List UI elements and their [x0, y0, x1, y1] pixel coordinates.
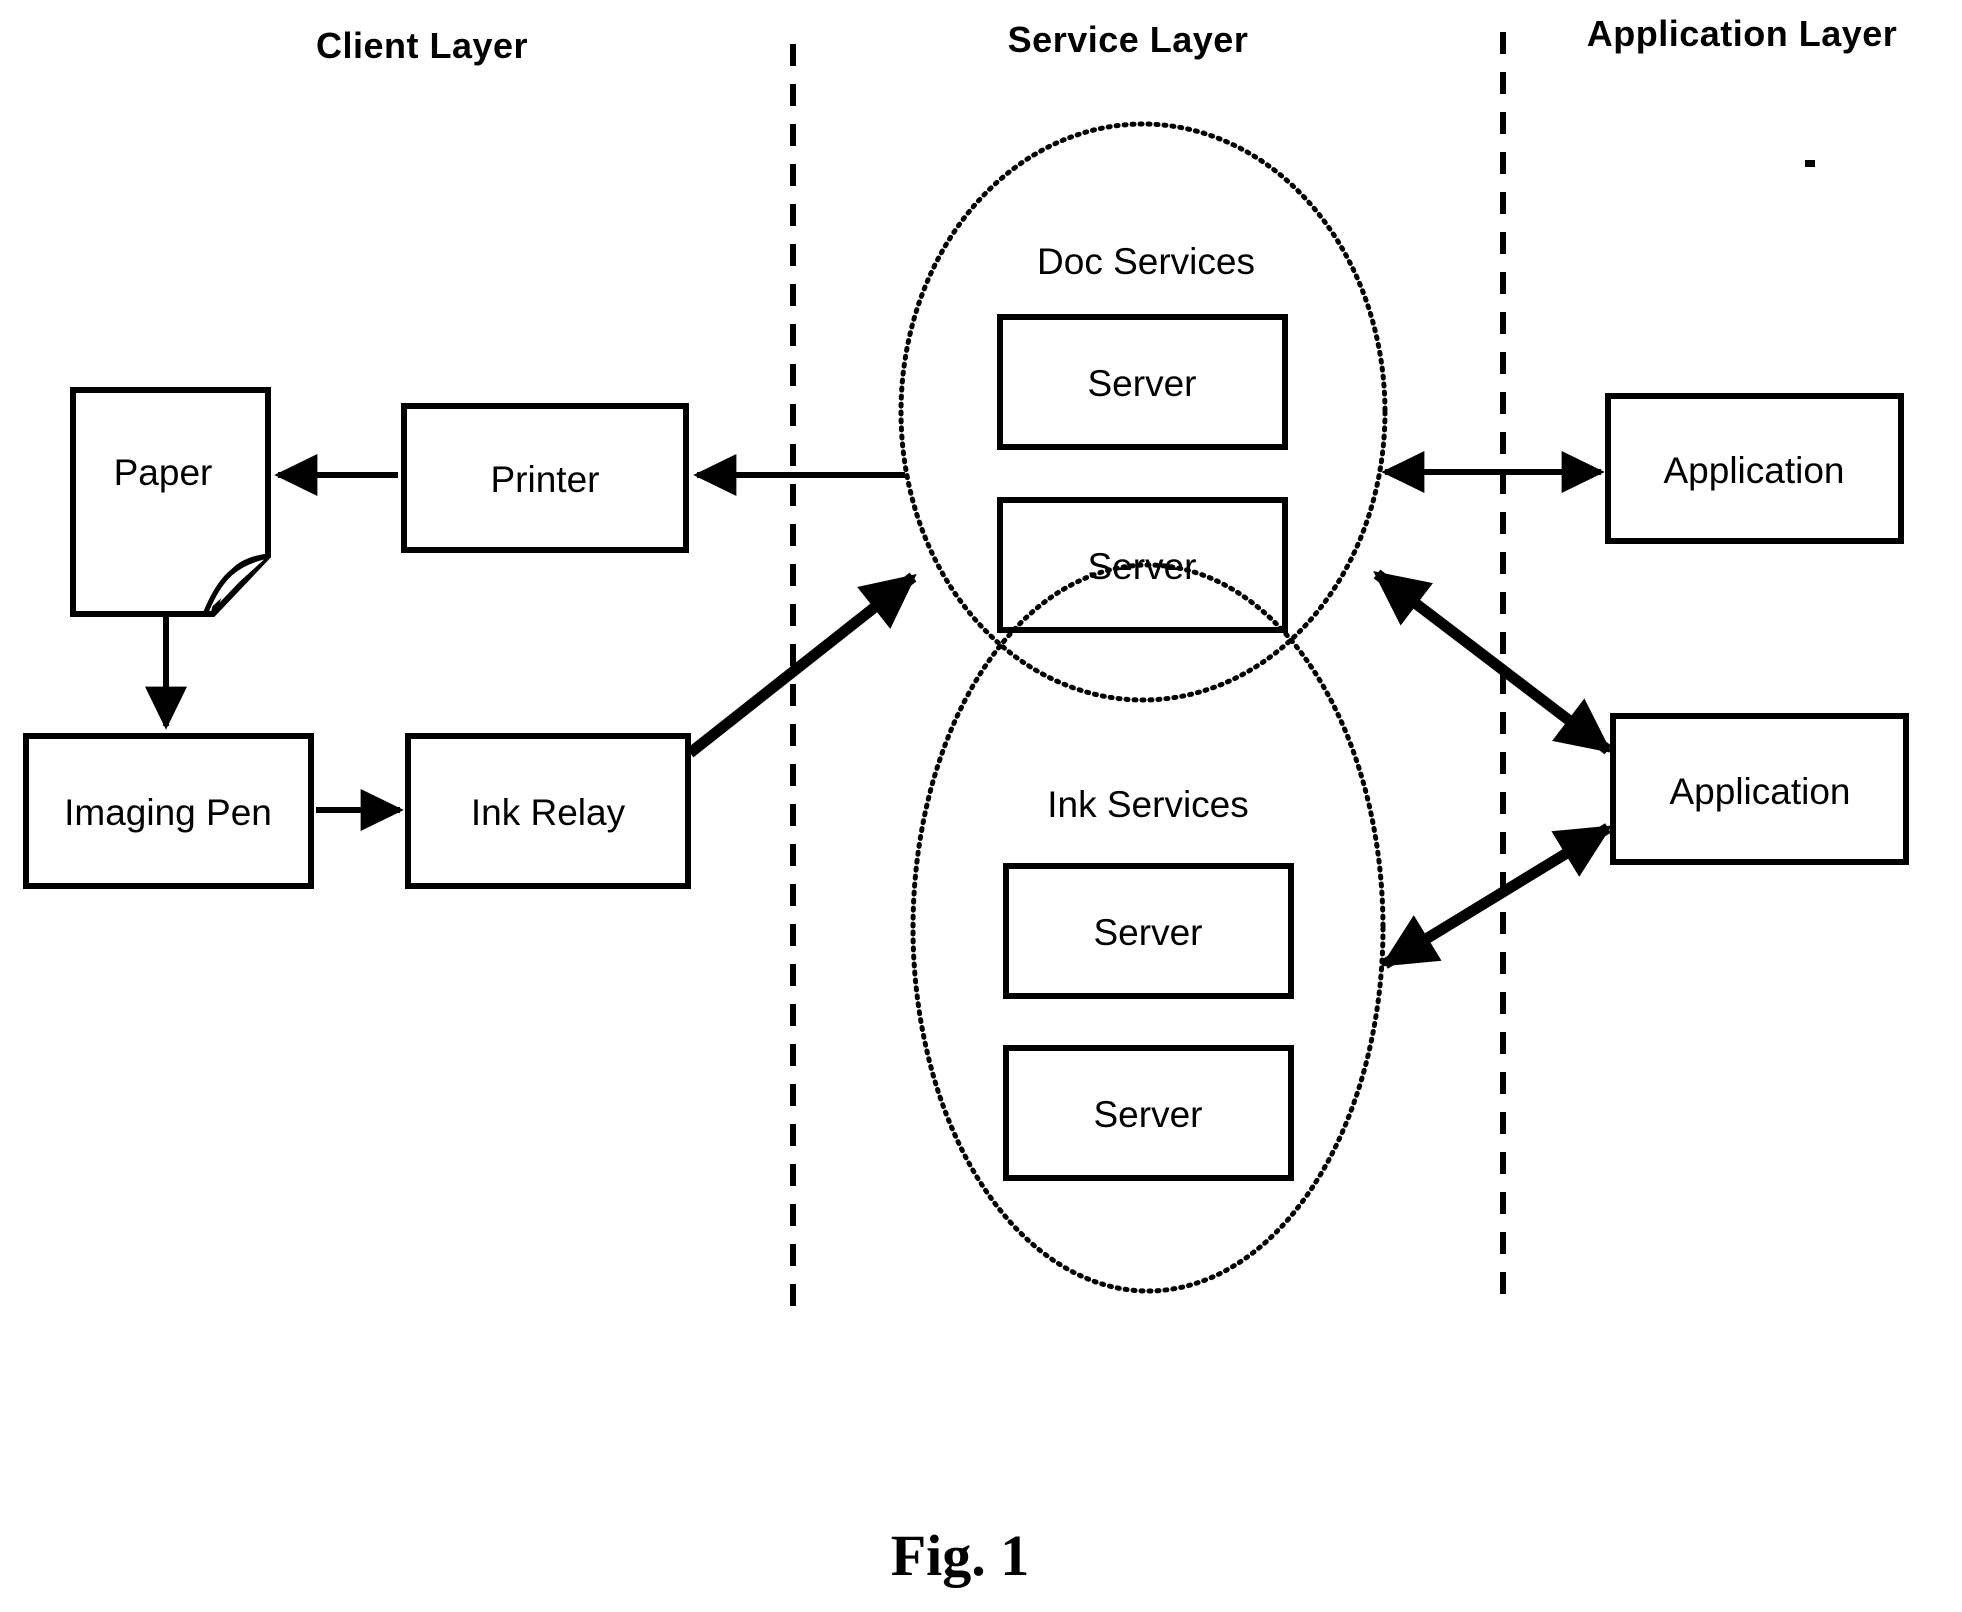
node-paper-label: Paper [114, 452, 213, 493]
node-paper[interactable]: Paper [70, 387, 271, 617]
layer-title-client: Client Layer [316, 25, 528, 66]
connector-ink-relay-to-doc-services [686, 572, 917, 758]
node-ink-server-2[interactable]: Server [1003, 1045, 1294, 1181]
node-imaging-pen[interactable]: Imaging Pen [23, 733, 314, 889]
connector-ink-services-to-application-bottom [1380, 823, 1613, 969]
doc-server-1-label: Server [1088, 363, 1197, 404]
node-ink-relay-label: Ink Relay [471, 792, 626, 833]
node-ink-relay[interactable]: Ink Relay [405, 733, 691, 889]
node-printer-label: Printer [491, 459, 600, 500]
layer-title-application: Application Layer [1587, 13, 1898, 54]
connector-doc-services-to-application-bottom [1373, 569, 1612, 755]
ink-services-label: Ink Services [1047, 784, 1249, 825]
application-top-label: Application [1663, 450, 1844, 491]
node-application-top[interactable]: Application [1605, 393, 1904, 544]
group-doc-services[interactable]: Doc Services Server Server [898, 121, 1388, 703]
scan-speck-artifact [1805, 160, 1815, 167]
node-imaging-pen-label: Imaging Pen [64, 792, 272, 833]
node-application-bottom[interactable]: Application [1610, 713, 1909, 865]
node-doc-server-1[interactable]: Server [997, 314, 1288, 450]
figure-canvas: Client Layer Service Layer Application L… [0, 0, 1962, 1612]
doc-services-label: Doc Services [1037, 241, 1255, 282]
application-bottom-label: Application [1669, 771, 1850, 812]
ink-server-2-label: Server [1094, 1094, 1203, 1135]
group-ink-services[interactable]: Ink Services Server Server [910, 562, 1386, 1294]
figure-caption: Fig. 1 [891, 1523, 1030, 1588]
ink-server-1-label: Server [1094, 912, 1203, 953]
node-printer[interactable]: Printer [401, 403, 689, 553]
node-ink-server-1[interactable]: Server [1003, 863, 1294, 999]
layer-title-service: Service Layer [1008, 19, 1249, 60]
figure-diagram: Client Layer Service Layer Application L… [23, 13, 1909, 1588]
